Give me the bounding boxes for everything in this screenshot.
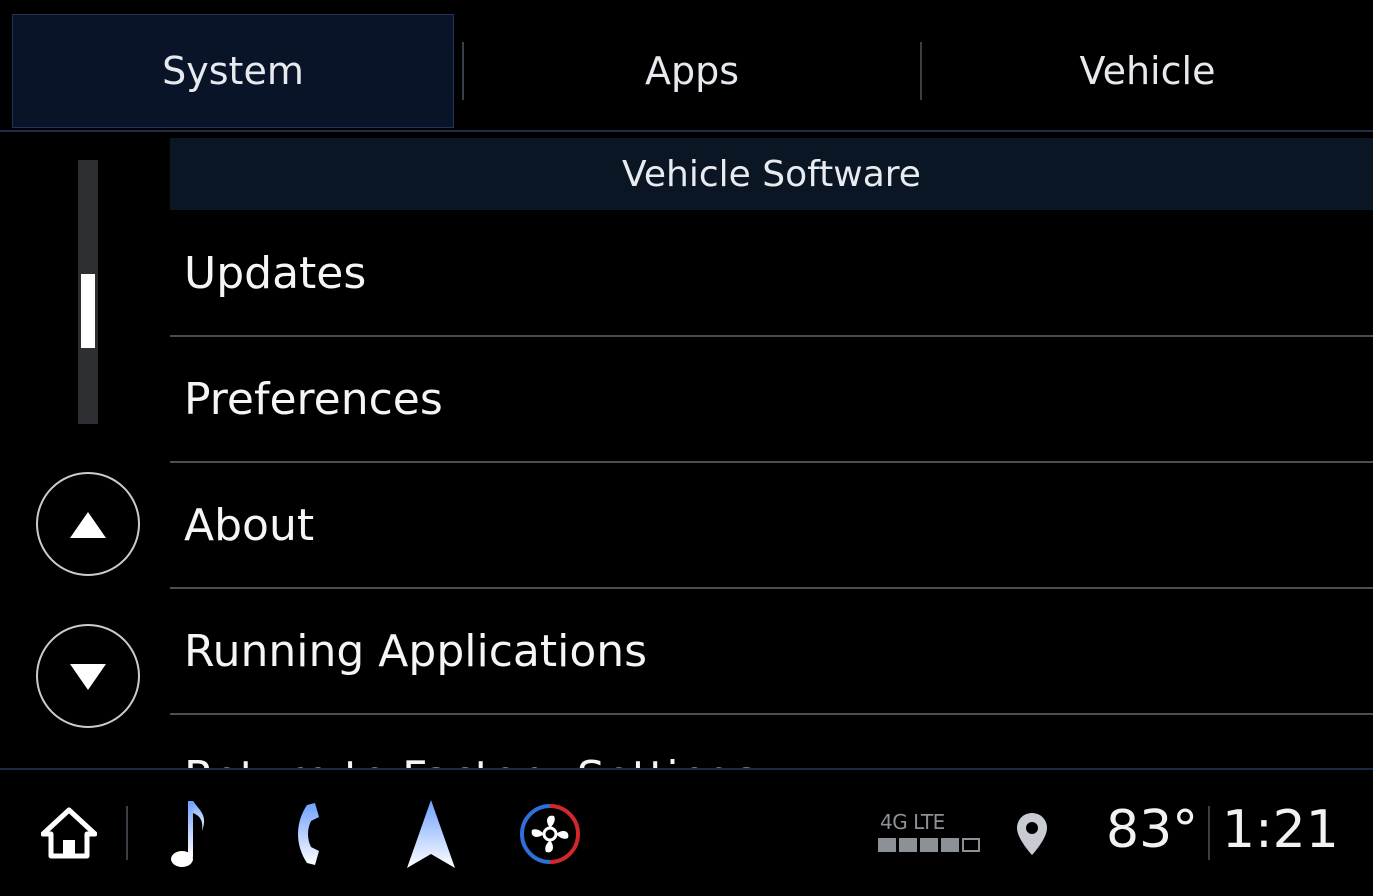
list-item-label: Return to Factory Settings (184, 752, 757, 769)
tab-system[interactable]: System (12, 14, 454, 128)
outside-temperature: 83° (1106, 800, 1199, 860)
clock: 1:21 (1222, 800, 1339, 860)
list-item-updates[interactable]: Updates (170, 210, 1373, 336)
audio-button[interactable] (158, 796, 218, 872)
signal-bar (878, 838, 896, 852)
tab-underline (0, 130, 1373, 132)
navigation-button[interactable] (400, 796, 462, 872)
signal-strength-icon (878, 838, 980, 852)
phone-button[interactable] (282, 796, 332, 872)
phone-icon (298, 803, 319, 865)
tab-vehicle-label: Vehicle (1079, 49, 1216, 93)
status-separator (1208, 806, 1210, 860)
top-tab-bar: System Apps Vehicle (0, 0, 1373, 132)
signal-bar (920, 838, 938, 852)
climate-fan-icon (520, 804, 580, 864)
tab-vehicle[interactable]: Vehicle (922, 14, 1373, 128)
list-item-label: Preferences (184, 373, 443, 425)
list-item-label: Running Applications (184, 625, 648, 677)
scroll-up-button[interactable] (36, 472, 140, 576)
tab-system-label: System (162, 49, 304, 93)
signal-bar (899, 838, 917, 852)
list-item-label: Updates (184, 247, 367, 299)
list-item-label: About (184, 499, 315, 551)
signal-bar (941, 838, 959, 852)
triangle-down-icon (70, 664, 106, 690)
scrollbar-track[interactable] (78, 160, 98, 424)
section-header: Vehicle Software (170, 138, 1373, 210)
tab-apps-label: Apps (644, 49, 740, 93)
bottom-bar-separator (126, 806, 128, 860)
signal-bar (962, 838, 980, 852)
list-item-about[interactable]: About (170, 462, 1373, 588)
scrollbar-thumb[interactable] (81, 274, 95, 348)
climate-button[interactable] (512, 796, 588, 872)
home-icon (41, 807, 97, 859)
scroll-down-button[interactable] (36, 624, 140, 728)
music-note-icon (171, 801, 205, 867)
list-item-preferences[interactable]: Preferences (170, 336, 1373, 462)
navigation-arrow-icon (407, 800, 455, 868)
list-item-running-applications[interactable]: Running Applications (170, 588, 1373, 714)
location-pin-icon (1017, 813, 1047, 855)
network-status: 4G LTE (880, 810, 945, 834)
list-item-return-to-factory-settings[interactable]: Return to Factory Settings (170, 714, 1373, 769)
settings-list: Updates Preferences About Running Applic… (170, 210, 1373, 768)
section-title: Vehicle Software (622, 153, 921, 195)
triangle-up-icon (70, 512, 106, 538)
home-button[interactable] (34, 798, 104, 868)
tab-apps[interactable]: Apps (464, 14, 920, 128)
location-status (1010, 806, 1054, 862)
